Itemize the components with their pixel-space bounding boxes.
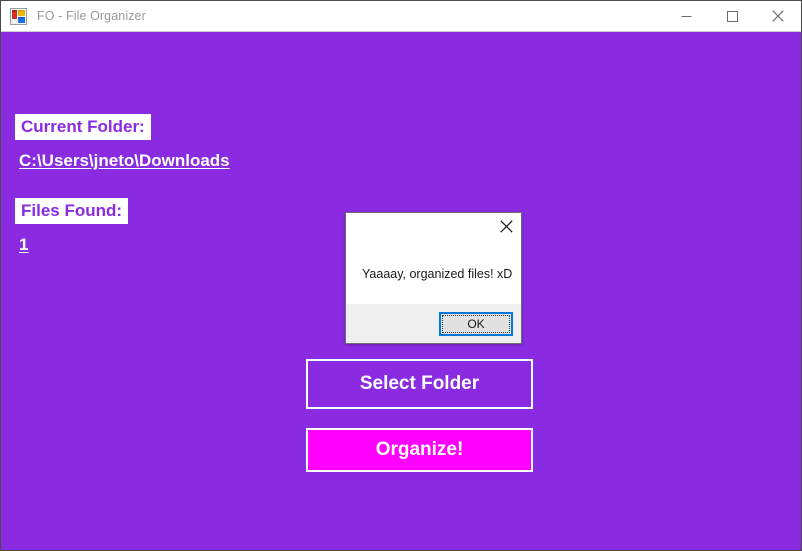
minimize-icon bbox=[681, 11, 692, 22]
organize-button[interactable]: Organize! bbox=[306, 428, 533, 472]
dialog-title-bar bbox=[346, 213, 521, 245]
current-folder-value: C:\Users\jneto\Downloads bbox=[19, 151, 230, 170]
app-window-panes-icon bbox=[10, 7, 27, 25]
dialog-body: Yaaaay, organized files! xD bbox=[346, 245, 521, 304]
window-controls bbox=[663, 1, 801, 31]
minimize-button[interactable] bbox=[663, 1, 709, 31]
application-window: FO - File Organizer Current Folder: C:\U… bbox=[0, 0, 802, 551]
dialog-message-text: Yaaaay, organized files! xD bbox=[362, 267, 513, 281]
close-icon bbox=[499, 220, 513, 236]
dialog-ok-label: OK bbox=[467, 317, 485, 331]
close-button[interactable] bbox=[755, 1, 801, 31]
select-folder-button[interactable]: Select Folder bbox=[306, 359, 533, 409]
maximize-icon bbox=[726, 10, 738, 22]
maximize-button[interactable] bbox=[709, 1, 755, 31]
message-dialog: Yaaaay, organized files! xD OK bbox=[345, 212, 522, 344]
client-area: Current Folder: C:\Users\jneto\Downloads… bbox=[1, 32, 801, 550]
dialog-ok-button[interactable]: OK bbox=[439, 312, 513, 336]
dialog-close-button[interactable] bbox=[491, 213, 521, 243]
title-bar: FO - File Organizer bbox=[1, 1, 801, 32]
files-found-label: Files Found: bbox=[15, 198, 129, 224]
files-found-value: 1 bbox=[19, 235, 29, 254]
current-folder-label: Current Folder: bbox=[15, 114, 151, 140]
close-icon bbox=[772, 10, 784, 22]
window-title: FO - File Organizer bbox=[37, 9, 146, 23]
dialog-footer: OK bbox=[346, 304, 521, 343]
